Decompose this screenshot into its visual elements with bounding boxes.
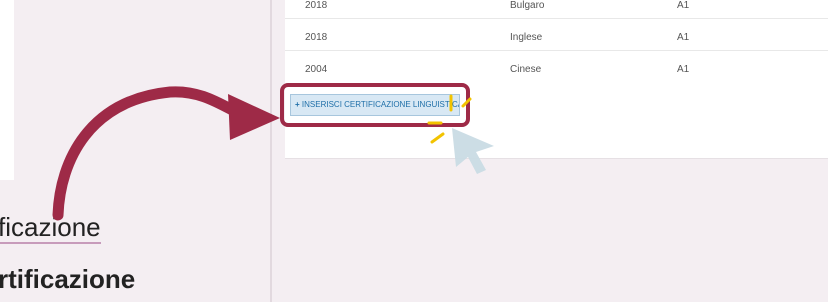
cursor-icon	[452, 128, 494, 174]
arrow-head-icon	[228, 94, 280, 140]
curved-arrow	[52, 86, 246, 221]
annotation-overlay	[52, 86, 494, 221]
